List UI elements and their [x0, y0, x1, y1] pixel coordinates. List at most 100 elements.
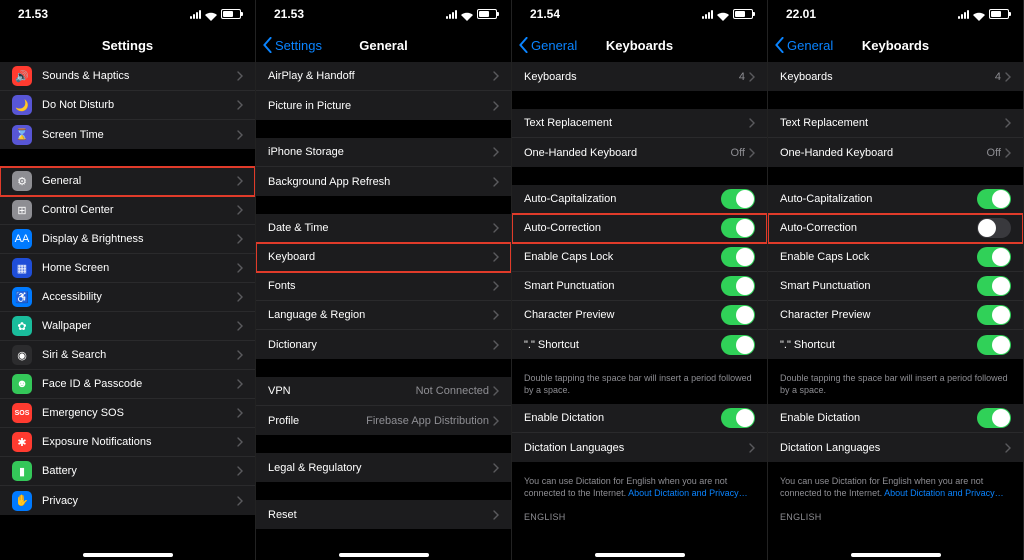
- toggle-switch[interactable]: [721, 247, 755, 267]
- row-label: iPhone Storage: [268, 146, 493, 158]
- list-row[interactable]: One-Handed KeyboardOff: [512, 138, 767, 167]
- toggle-row: Auto-Correction: [768, 214, 1023, 243]
- toggle-switch[interactable]: [721, 305, 755, 325]
- row-label: Dictionary: [268, 339, 493, 351]
- list-row[interactable]: ♿Accessibility: [0, 283, 255, 312]
- back-button[interactable]: General: [774, 28, 833, 62]
- row-detail: Firebase App Distribution: [366, 415, 489, 427]
- list-row[interactable]: ▦Home Screen: [0, 254, 255, 283]
- chevron-right-icon: [237, 408, 243, 418]
- back-button[interactable]: General: [518, 28, 577, 62]
- list-row[interactable]: Language & Region: [256, 301, 511, 330]
- toggle-switch[interactable]: [977, 408, 1011, 428]
- list-row[interactable]: ☻Face ID & Passcode: [0, 370, 255, 399]
- list-row[interactable]: Background App Refresh: [256, 167, 511, 196]
- dictation-privacy-link[interactable]: About Dictation and Privacy…: [884, 488, 1004, 498]
- list-row[interactable]: Dictionary: [256, 330, 511, 359]
- list-row[interactable]: Text Replacement: [768, 109, 1023, 138]
- list-row[interactable]: iPhone Storage: [256, 138, 511, 167]
- list-row[interactable]: Dictation Languages: [768, 433, 1023, 462]
- list-row[interactable]: Fonts: [256, 272, 511, 301]
- list-row[interactable]: ✋Privacy: [0, 486, 255, 515]
- chevron-right-icon: [493, 386, 499, 396]
- chevron-right-icon: [493, 310, 499, 320]
- toggle-switch[interactable]: [721, 189, 755, 209]
- toggle-switch[interactable]: [721, 408, 755, 428]
- list-row[interactable]: ProfileFirebase App Distribution: [256, 406, 511, 435]
- row-detail: Off: [987, 147, 1001, 159]
- toggle-switch[interactable]: [977, 335, 1011, 355]
- row-label: Profile: [268, 415, 366, 427]
- list-row[interactable]: SOSEmergency SOS: [0, 399, 255, 428]
- toggle-switch[interactable]: [977, 247, 1011, 267]
- list-row[interactable]: Date & Time: [256, 214, 511, 243]
- navbar: General Keyboards: [768, 28, 1023, 62]
- chevron-right-icon: [1005, 118, 1011, 128]
- chevron-right-icon: [237, 71, 243, 81]
- toggle-row: Enable Dictation: [512, 404, 767, 433]
- display-icon: AA: [12, 229, 32, 249]
- list-row[interactable]: ▮Battery: [0, 457, 255, 486]
- list-row[interactable]: Keyboards4: [512, 62, 767, 91]
- toggle-row: Enable Caps Lock: [512, 243, 767, 272]
- toggle-switch[interactable]: [721, 276, 755, 296]
- toggle-switch[interactable]: [721, 218, 755, 238]
- list-row[interactable]: ◉Siri & Search: [0, 341, 255, 370]
- list-row[interactable]: ⌛Screen Time: [0, 120, 255, 149]
- list-row[interactable]: Keyboards4: [768, 62, 1023, 91]
- back-button[interactable]: Settings: [262, 28, 322, 62]
- shortcut-footer: Double tapping the space bar will insert…: [512, 369, 767, 404]
- battery-icon: [221, 9, 241, 19]
- list-row[interactable]: 🌙Do Not Disturb: [0, 91, 255, 120]
- chevron-right-icon: [237, 130, 243, 140]
- chevron-right-icon: [237, 292, 243, 302]
- battery-icon: [477, 9, 497, 19]
- list-row[interactable]: ⊞Control Center: [0, 196, 255, 225]
- sounds-icon: 🔊: [12, 66, 32, 86]
- toggle-switch[interactable]: [977, 276, 1011, 296]
- list-row[interactable]: Text Replacement: [512, 109, 767, 138]
- battery-icon: [733, 9, 753, 19]
- list-row[interactable]: AirPlay & Handoff: [256, 62, 511, 91]
- row-label: Picture in Picture: [268, 100, 493, 112]
- screen-keyboards-after: 22.01 General Keyboards Keyboards4 Text …: [768, 0, 1024, 560]
- list-row[interactable]: One-Handed KeyboardOff: [768, 138, 1023, 167]
- row-label: Face ID & Passcode: [42, 378, 237, 390]
- toggle-switch[interactable]: [977, 218, 1011, 238]
- list-row[interactable]: Legal & Regulatory: [256, 453, 511, 482]
- toggle-switch[interactable]: [721, 335, 755, 355]
- chevron-right-icon: [493, 223, 499, 233]
- wifi-icon: [973, 10, 985, 19]
- gear-icon: ⚙: [12, 171, 32, 191]
- dictation-footer: You can use Dictation for English when y…: [768, 472, 1023, 507]
- chevron-right-icon: [1005, 443, 1011, 453]
- list-row[interactable]: Reset: [256, 500, 511, 529]
- list-row[interactable]: Dictation Languages: [512, 433, 767, 462]
- chevron-right-icon: [493, 252, 499, 262]
- list-row[interactable]: ⚙General: [0, 167, 255, 196]
- toggle-switch[interactable]: [977, 189, 1011, 209]
- home-indicator[interactable]: [851, 553, 941, 557]
- list-row[interactable]: ✱Exposure Notifications: [0, 428, 255, 457]
- home-indicator[interactable]: [339, 553, 429, 557]
- row-label: Character Preview: [780, 309, 977, 321]
- chevron-right-icon: [237, 100, 243, 110]
- list-row[interactable]: 🔊Sounds & Haptics: [0, 62, 255, 91]
- list-row[interactable]: Picture in Picture: [256, 91, 511, 120]
- dictation-privacy-link[interactable]: About Dictation and Privacy…: [628, 488, 748, 498]
- chevron-right-icon: [237, 263, 243, 273]
- english-section-header: ENGLISH: [512, 508, 767, 524]
- list-row[interactable]: AADisplay & Brightness: [0, 225, 255, 254]
- row-label: Smart Punctuation: [524, 280, 721, 292]
- row-label: Auto-Capitalization: [524, 193, 721, 205]
- chevron-right-icon: [493, 101, 499, 111]
- list-row[interactable]: VPNNot Connected: [256, 377, 511, 406]
- list-row[interactable]: Keyboard: [256, 243, 511, 272]
- home-indicator[interactable]: [595, 553, 685, 557]
- wifi-icon: [205, 10, 217, 19]
- english-section-header: ENGLISH: [768, 508, 1023, 524]
- toggle-row: "." Shortcut: [512, 330, 767, 359]
- list-row[interactable]: ✿Wallpaper: [0, 312, 255, 341]
- toggle-switch[interactable]: [977, 305, 1011, 325]
- home-indicator[interactable]: [83, 553, 173, 557]
